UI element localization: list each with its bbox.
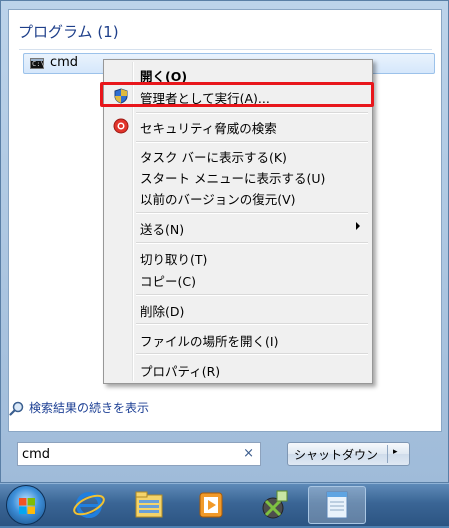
internet-explorer-icon[interactable] (64, 486, 114, 524)
context-menu: 開く(O) 管理者として実行(A)... セキュリティ脅威の検索 タスク バーに… (103, 59, 373, 384)
menu-item-label: タスク バーに表示する(K) (140, 150, 287, 165)
taskbar (0, 483, 449, 526)
notepad-icon[interactable] (308, 486, 366, 524)
see-more-results-link[interactable]: 検索結果の続きを表示 (29, 399, 149, 416)
security-scan-icon (113, 118, 129, 134)
menu-separator (136, 212, 368, 214)
shutdown-label: シャットダウン (294, 448, 379, 462)
cmd-console-icon: C:\ (30, 58, 45, 69)
menu-item-restore-versions[interactable]: 以前のバージョンの復元(V) (106, 186, 370, 208)
search-input[interactable] (22, 445, 232, 463)
menu-item-properties[interactable]: プロパティ(R) (106, 358, 370, 380)
menu-item-label: 削除(D) (140, 304, 185, 319)
menu-item-label: ファイルの場所を開く(I) (140, 334, 279, 349)
search-box[interactable]: × (17, 442, 261, 466)
submenu-arrow-icon (356, 222, 360, 230)
menu-separator (136, 141, 368, 143)
shutdown-button[interactable]: シャットダウン ▸ (287, 442, 410, 466)
start-orb-icon[interactable] (6, 485, 46, 525)
menu-item-cut[interactable]: 切り取り(T) (106, 246, 370, 268)
menu-item-open-file-location[interactable]: ファイルの場所を開く(I) (106, 328, 370, 350)
menu-item-label: コピー(C) (140, 274, 196, 289)
section-title-programs: プログラム (1) (18, 23, 119, 41)
menu-item-label: 切り取り(T) (140, 252, 208, 267)
menu-item-label: 送る(N) (140, 222, 185, 237)
menu-item-label: セキュリティ脅威の検索 (140, 121, 277, 136)
clear-search-icon[interactable]: × (243, 446, 254, 461)
menu-item-label: プロパティ(R) (140, 364, 221, 379)
section-divider (19, 49, 432, 50)
shutdown-divider (387, 445, 388, 463)
menu-item-send-to[interactable]: 送る(N) (106, 216, 370, 238)
menu-separator (136, 353, 368, 355)
menu-separator (136, 112, 368, 114)
run-as-admin-highlight (100, 82, 374, 107)
shutdown-options-arrow-icon[interactable]: ▸ (393, 447, 398, 457)
windows-flag-icon (19, 498, 35, 514)
magnifier-icon (9, 401, 24, 416)
menu-separator (136, 323, 368, 325)
menu-item-pin-taskbar[interactable]: タスク バーに表示する(K) (106, 144, 370, 166)
menu-separator (136, 294, 368, 296)
menu-separator (136, 242, 368, 244)
menu-item-copy[interactable]: コピー(C) (106, 268, 370, 290)
media-player-icon[interactable] (186, 486, 236, 524)
menu-item-label: 以前のバージョンの復元(V) (140, 192, 296, 207)
xbox-app-icon[interactable] (248, 486, 298, 524)
search-result-label: cmd (50, 55, 79, 70)
menu-item-delete[interactable]: 削除(D) (106, 298, 370, 320)
file-explorer-icon[interactable] (124, 486, 174, 524)
menu-item-security-scan[interactable]: セキュリティ脅威の検索 (106, 115, 370, 137)
menu-item-pin-start[interactable]: スタート メニューに表示する(U) (106, 165, 370, 187)
menu-item-label: スタート メニューに表示する(U) (140, 171, 326, 186)
